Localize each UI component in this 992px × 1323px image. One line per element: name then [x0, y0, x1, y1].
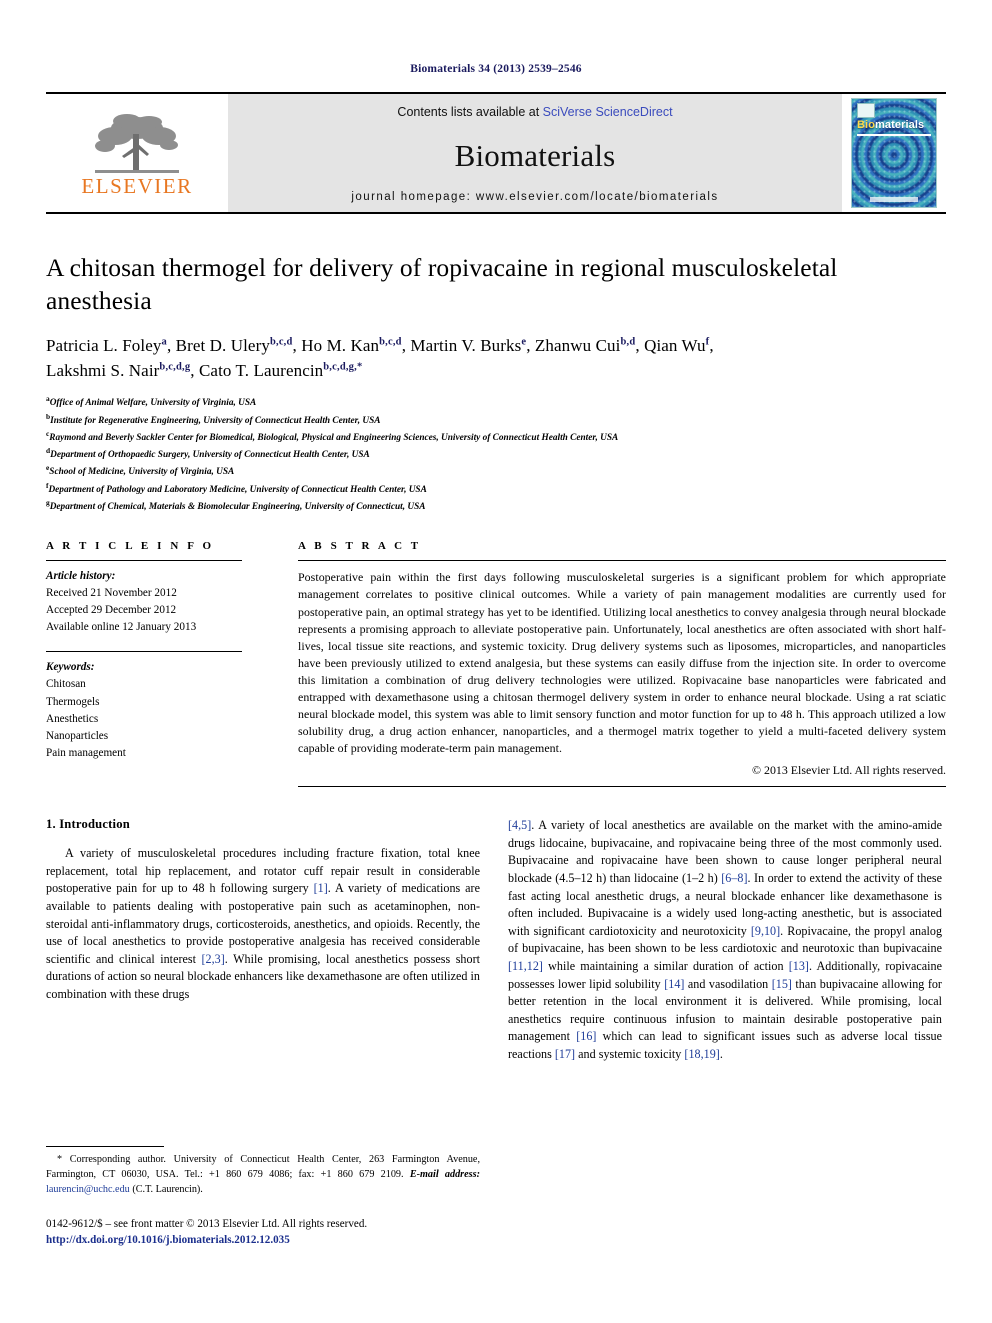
- journal-cover-thumbnail: Biomaterials: [851, 98, 937, 208]
- body-column-right: [4,5]. A variety of local anesthetics ar…: [508, 817, 942, 1063]
- affiliation-item: gDepartment of Chemical, Materials & Bio…: [46, 498, 426, 513]
- email-owner: (C.T. Laurencin).: [132, 1183, 203, 1195]
- keyword-item: Pain management: [46, 746, 126, 759]
- footnote-region: * Corresponding author. University of Co…: [46, 1146, 480, 1198]
- citation-link[interactable]: [1]: [314, 881, 328, 895]
- keyword-item: Anesthetics: [46, 712, 99, 725]
- running-head: Biomaterials 34 (2013) 2539–2546: [410, 63, 582, 75]
- article-info-column: A R T I C L E I N F O Article history: R…: [46, 540, 260, 787]
- info-abstract-region: A R T I C L E I N F O Article history: R…: [46, 540, 946, 788]
- citation-link[interactable]: [13]: [789, 959, 809, 973]
- author[interactable]: Zhanwu Cuib,d: [535, 336, 635, 355]
- article-history: Article history: Received 21 November 20…: [46, 561, 242, 645]
- citation-link[interactable]: [4,5]: [508, 818, 531, 832]
- citation-link[interactable]: [6–8]: [721, 871, 747, 885]
- doi-link[interactable]: http://dx.doi.org/10.1016/j.biomaterials…: [46, 1232, 506, 1248]
- footnote-rule: [46, 1146, 164, 1147]
- author[interactable]: Ho M. Kanb,c,d: [301, 336, 401, 355]
- citation-link[interactable]: [16]: [576, 1029, 596, 1043]
- contents-prefix: Contents lists available at: [397, 105, 543, 119]
- article-history-label: Article history:: [46, 570, 116, 583]
- abstract-copyright: © 2013 Elsevier Ltd. All rights reserved…: [752, 763, 946, 778]
- section-heading-introduction: 1. Introduction: [46, 817, 130, 832]
- keyword-item: Thermogels: [46, 695, 100, 708]
- citation-link[interactable]: [14]: [664, 977, 684, 991]
- intro-paragraph-left: A variety of musculoskeletal procedures …: [46, 846, 480, 1002]
- affiliation-item: dDepartment of Orthopaedic Surgery, Univ…: [46, 446, 370, 461]
- author-line-2: Lakshmi S. Nairb,c,d,g, Cato T. Laurenci…: [46, 360, 363, 380]
- front-matter-line: 0142-9612/$ – see front matter © 2013 El…: [46, 1218, 368, 1230]
- author[interactable]: Patricia L. Foleya: [46, 336, 167, 355]
- affiliation-list: aOffice of Animal Welfare, University of…: [46, 393, 946, 514]
- page-title: A chitosan thermogel for delivery of rop…: [46, 253, 838, 316]
- author[interactable]: Bret D. Uleryb,c,d: [176, 336, 293, 355]
- cover-publisher-badge: [857, 103, 875, 118]
- email-link[interactable]: laurencin@uchc.edu: [46, 1184, 130, 1195]
- journal-homepage-link[interactable]: journal homepage: www.elsevier.com/locat…: [351, 191, 718, 203]
- author-line-1: Patricia L. Foleya, Bret D. Uleryb,c,d, …: [46, 336, 714, 356]
- journal-masthead: ELSEVIER Contents lists available at Sci…: [46, 92, 946, 214]
- elsevier-tree-icon: [95, 113, 179, 173]
- keywords-block: Keywords: Chitosan Thermogels Anesthetic…: [46, 652, 242, 761]
- article-info-heading: A R T I C L E I N F O: [46, 540, 215, 553]
- page-footer: 0142-9612/$ – see front matter © 2013 El…: [46, 1216, 506, 1248]
- author[interactable]: Qian Wuf: [644, 336, 709, 355]
- author[interactable]: Martin V. Burkse: [410, 336, 526, 355]
- citation-link[interactable]: [11,12]: [508, 959, 543, 973]
- affiliation-item: fDepartment of Pathology and Laboratory …: [46, 480, 427, 495]
- email-address-label: E-mail address:: [409, 1168, 480, 1180]
- elsevier-wordmark: ELSEVIER: [81, 173, 193, 198]
- cover-title-materials: materials: [875, 119, 925, 131]
- affiliation-item: cRaymond and Beverly Sackler Center for …: [46, 428, 619, 443]
- abstract-heading: A B S T R A C T: [298, 540, 422, 553]
- cover-title-bio: Bio: [857, 119, 876, 131]
- citation-link[interactable]: [17]: [555, 1047, 575, 1061]
- body-column-left: 1. Introduction A variety of musculoskel…: [46, 817, 480, 1063]
- title-block: A chitosan thermogel for delivery of rop…: [46, 251, 946, 514]
- abstract-column: A B S T R A C T Postoperative pain withi…: [260, 540, 946, 788]
- accepted-date: Accepted 29 December 2012: [46, 604, 177, 617]
- corresponding-author-note: * Corresponding author. University of Co…: [46, 1153, 480, 1198]
- sciencedirect-link[interactable]: SciVerse ScienceDirect: [543, 105, 673, 119]
- author[interactable]: Lakshmi S. Nairb,c,d,g: [46, 361, 190, 380]
- cover-title: Biomaterials: [857, 119, 924, 131]
- masthead-right: Biomaterials: [842, 94, 946, 212]
- masthead-center: Contents lists available at SciVerse Sci…: [228, 94, 842, 212]
- affiliation-item: eSchool of Medicine, University of Virgi…: [46, 463, 235, 478]
- abstract-text: Postoperative pain within the first days…: [298, 570, 946, 756]
- paper-page: Biomaterials 34 (2013) 2539–2546 ELSEVIE…: [0, 0, 992, 1323]
- received-date: Received 21 November 2012: [46, 587, 177, 600]
- contents-available-line: Contents lists available at SciVerse Sci…: [397, 105, 672, 119]
- publisher-logo: ELSEVIER: [46, 94, 228, 212]
- body-columns: 1. Introduction A variety of musculoskel…: [46, 817, 946, 1063]
- intro-paragraph-right: [4,5]. A variety of local anesthetics ar…: [508, 818, 943, 1061]
- citation-link[interactable]: [2,3]: [201, 952, 224, 966]
- citation-link[interactable]: [15]: [772, 977, 792, 991]
- keywords-label: Keywords:: [46, 661, 95, 674]
- available-online-date: Available online 12 January 2013: [46, 621, 197, 634]
- cover-divider: [857, 134, 931, 136]
- citation-link[interactable]: [9,10]: [751, 924, 780, 938]
- keyword-item: Chitosan: [46, 678, 86, 691]
- keyword-item: Nanoparticles: [46, 729, 109, 742]
- author-list: Patricia L. Foleya, Bret D. Uleryb,c,d, …: [46, 334, 946, 383]
- abstract-rule-bottom: [298, 786, 946, 788]
- journal-title: Biomaterials: [454, 137, 616, 173]
- author-corresponding[interactable]: Cato T. Laurencinb,c,d,g,*: [199, 361, 362, 380]
- cover-footer-bar: [870, 197, 918, 202]
- citation-link[interactable]: [18,19]: [684, 1047, 719, 1061]
- affiliation-item: bInstitute for Regenerative Engineering,…: [46, 411, 381, 426]
- affiliation-item: aOffice of Animal Welfare, University of…: [46, 394, 257, 409]
